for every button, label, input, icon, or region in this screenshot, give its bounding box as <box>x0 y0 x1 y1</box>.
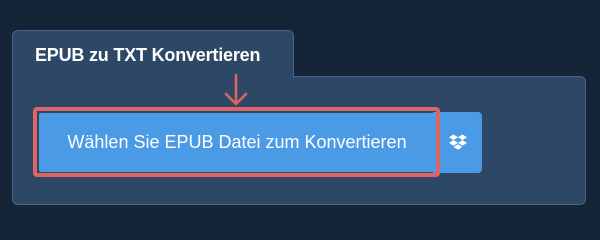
converter-tab[interactable]: EPUB zu TXT Konvertieren <box>12 30 294 78</box>
dropbox-button[interactable] <box>433 112 482 173</box>
tab-title: EPUB zu TXT Konvertieren <box>35 45 261 65</box>
arrow-down-icon <box>224 74 248 106</box>
highlight-frame <box>33 107 440 177</box>
dropbox-icon <box>448 134 467 150</box>
